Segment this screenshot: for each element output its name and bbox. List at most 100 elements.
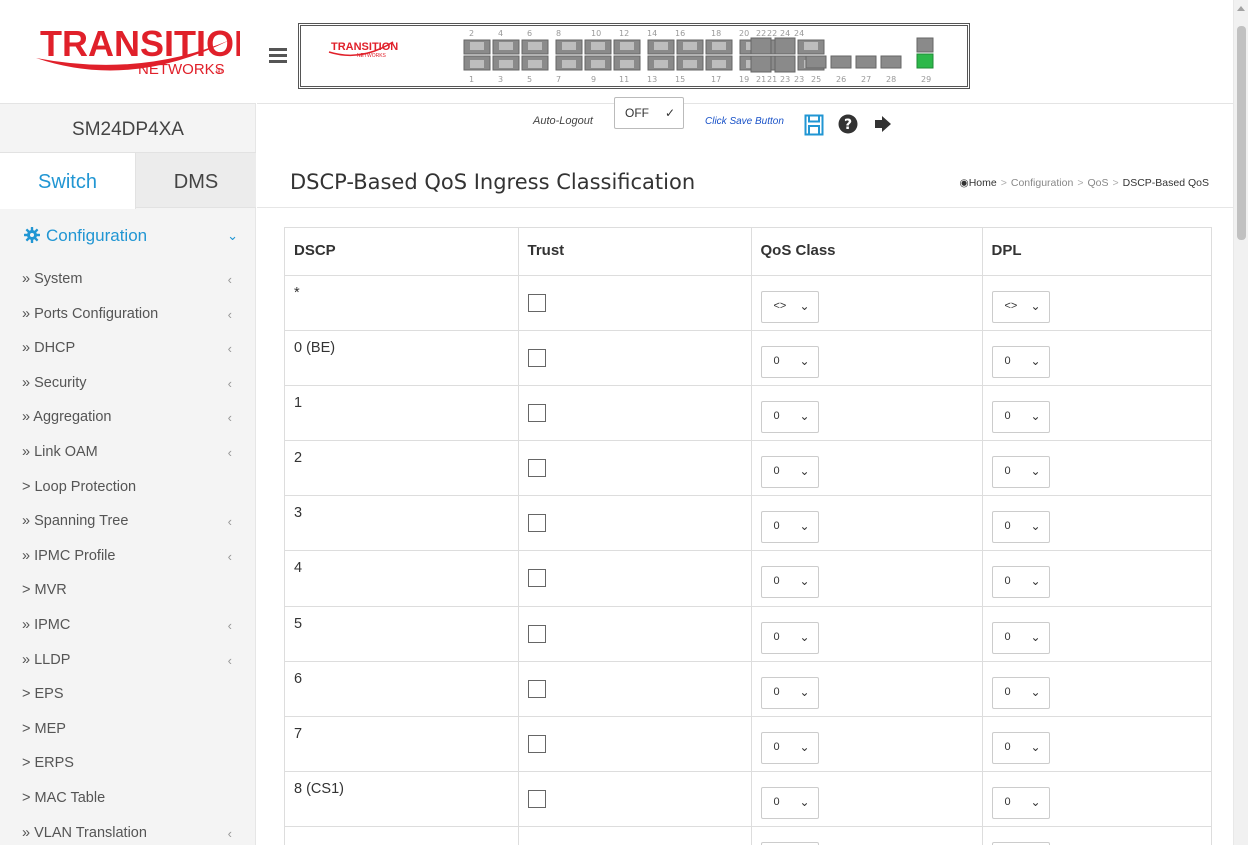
breadcrumb-qos[interactable]: QoS <box>1087 177 1108 189</box>
faceplate-logo-sub: NETWORKS <box>357 53 387 59</box>
brand-logo[interactable]: TRANSITION NETWORKS ® <box>0 0 256 104</box>
sidebar-item[interactable]: > Loop Protection <box>0 472 256 507</box>
dpl-select[interactable]: 0 ⌄ <box>991 400 1050 433</box>
sidebar-item[interactable]: » LLDP ‹ <box>0 645 256 680</box>
trust-checkbox[interactable] <box>527 293 546 312</box>
help-icon[interactable]: ? <box>838 114 858 134</box>
sidebar-item[interactable]: » Aggregation ‹ <box>0 402 256 437</box>
qos-class-select[interactable]: 0 ⌄ <box>760 732 819 764</box>
trust-checkbox[interactable] <box>527 514 546 533</box>
qos-class-cell: <> ⌄ <box>751 275 983 331</box>
sidebar-item[interactable]: » Ports Configuration ‹ <box>0 299 256 334</box>
trust-checkbox[interactable] <box>527 624 546 643</box>
sidebar-item[interactable]: » VLAN Translation ‹ <box>0 818 256 845</box>
column-header-dpl: DPL <box>982 228 1212 276</box>
trust-checkbox[interactable] <box>527 459 546 478</box>
dscp-cell: 8 (CS1) <box>285 771 519 828</box>
qos-class-select[interactable]: 0 ⌄ <box>760 400 819 433</box>
trust-cell <box>518 771 752 828</box>
dpl-select[interactable]: <> ⌄ <box>991 290 1050 323</box>
copper-port-socket <box>591 60 605 68</box>
console-port <box>916 37 934 53</box>
dpl-select[interactable]: 0 ⌄ <box>991 787 1050 820</box>
trust-checkbox[interactable] <box>527 790 546 809</box>
dpl-select[interactable]: 0 ⌄ <box>991 621 1050 654</box>
sidebar-item[interactable]: » IPMC Profile ‹ <box>0 541 256 576</box>
sidebar-item-label: » LLDP <box>22 651 71 668</box>
console-port-active <box>916 53 934 69</box>
sidebar-item[interactable]: > EPS <box>0 679 256 714</box>
sidebar-item[interactable]: > ERPS <box>0 748 256 783</box>
sidebar-item[interactable]: » System ‹ <box>0 264 256 299</box>
chevron-left-icon: ‹ <box>227 375 232 391</box>
scroll-up-arrow-icon[interactable] <box>1237 6 1245 11</box>
copper-port-socket <box>620 60 634 68</box>
combo-port <box>774 55 796 73</box>
trust-checkbox[interactable] <box>527 735 546 753</box>
qos-class-select[interactable]: 0 ⌄ <box>760 345 819 378</box>
qos-class-select[interactable]: 0 ⌄ <box>760 566 819 599</box>
table-row: 8 (CS1) 0 ⌄ 0 ⌄ <box>285 771 1212 828</box>
app-root: TRANSITION NETWORKS ® SM24DP4XA Switch D… <box>0 0 1248 845</box>
breadcrumb-configuration[interactable]: Configuration <box>1011 177 1073 189</box>
sidebar-item-label: > MEP <box>22 720 66 737</box>
dscp-cell: 6 <box>285 661 519 718</box>
tab-switch[interactable]: Switch <box>0 153 136 209</box>
breadcrumb-current: DSCP-Based QoS <box>1122 177 1209 189</box>
port-label: 1 <box>469 75 474 84</box>
sidebar-item[interactable]: » Security ‹ <box>0 368 256 403</box>
dpl-select[interactable]: 0 ⌄ <box>991 345 1050 378</box>
trust-checkbox[interactable] <box>527 569 546 588</box>
dpl-select[interactable]: 0 ⌄ <box>991 511 1050 544</box>
sidebar-item[interactable]: » DHCP ‹ <box>0 333 256 368</box>
page-scrollbar[interactable] <box>1233 0 1248 845</box>
sidebar-item[interactable]: > MVR <box>0 575 256 610</box>
chevron-down-icon: ⌄ <box>227 228 238 243</box>
auto-logout-select[interactable]: OFF ✓ <box>614 97 684 129</box>
trust-cell <box>518 275 752 331</box>
sidebar-section-configuration[interactable]: Configuration ⌄ <box>0 208 256 264</box>
port-label: 23 <box>780 75 790 84</box>
save-hint-link[interactable]: Click Save Button <box>705 116 784 127</box>
qos-class-select[interactable]: 0 ⌄ <box>760 511 819 544</box>
save-icon[interactable] <box>804 114 824 136</box>
chevron-left-icon: ‹ <box>227 652 232 668</box>
dpl-select[interactable]: 0 ⌄ <box>991 732 1050 764</box>
dscp-cell: 2 <box>285 440 519 497</box>
logout-icon[interactable] <box>874 116 892 132</box>
dpl-cell: 0 ⌄ <box>982 550 1212 607</box>
dpl-select[interactable]: 0 ⌄ <box>991 456 1050 489</box>
trust-checkbox[interactable] <box>527 679 546 698</box>
sidebar-item[interactable]: » Link OAM ‹ <box>0 437 256 472</box>
qos-class-select[interactable]: <> ⌄ <box>760 290 819 323</box>
dpl-select[interactable]: 0 ⌄ <box>991 676 1050 709</box>
switch-faceplate[interactable]: TRANSITION NETWORKS 2 4 6 8 10 12 14 16 18 20 22 24 22… <box>298 23 970 89</box>
qos-class-select[interactable]: 0 ⌄ <box>760 787 819 820</box>
sidebar-item[interactable]: > MEP <box>0 714 256 749</box>
trust-checkbox[interactable] <box>527 403 546 422</box>
sidebar-item[interactable]: > MAC Table <box>0 783 256 818</box>
sfp-port <box>805 55 827 69</box>
scrollbar-thumb[interactable] <box>1237 26 1246 240</box>
sidebar-item[interactable]: » Spanning Tree ‹ <box>0 506 256 541</box>
chevron-down-icon: ⌄ <box>799 408 810 423</box>
column-header-dscp: DSCP <box>285 228 519 276</box>
chevron-down-icon: ⌄ <box>799 464 810 479</box>
hamburger-menu-icon[interactable] <box>269 48 287 64</box>
breadcrumb-home[interactable]: ◉Home <box>960 177 997 189</box>
qos-class-select[interactable]: 0 ⌄ <box>760 676 819 709</box>
sidebar-item[interactable]: » IPMC ‹ <box>0 610 256 645</box>
table-row: * <> ⌄ <> ⌄ <box>285 275 1212 331</box>
trust-checkbox[interactable] <box>527 348 546 367</box>
select-value: <> <box>773 299 787 312</box>
dpl-select[interactable]: 0 ⌄ <box>991 566 1050 599</box>
sfp-port <box>830 55 852 69</box>
qos-class-select[interactable]: 0 ⌄ <box>760 456 819 489</box>
port-label: 19 <box>739 75 749 84</box>
chevron-down-icon: ⌄ <box>1030 740 1041 754</box>
tab-dms[interactable]: DMS <box>136 153 256 209</box>
qos-class-select[interactable]: 0 ⌄ <box>760 621 819 654</box>
qos-class-cell: 0 ⌄ <box>751 330 983 386</box>
svg-text:®: ® <box>216 67 222 76</box>
dpl-cell: 0 ⌄ <box>982 716 1212 773</box>
